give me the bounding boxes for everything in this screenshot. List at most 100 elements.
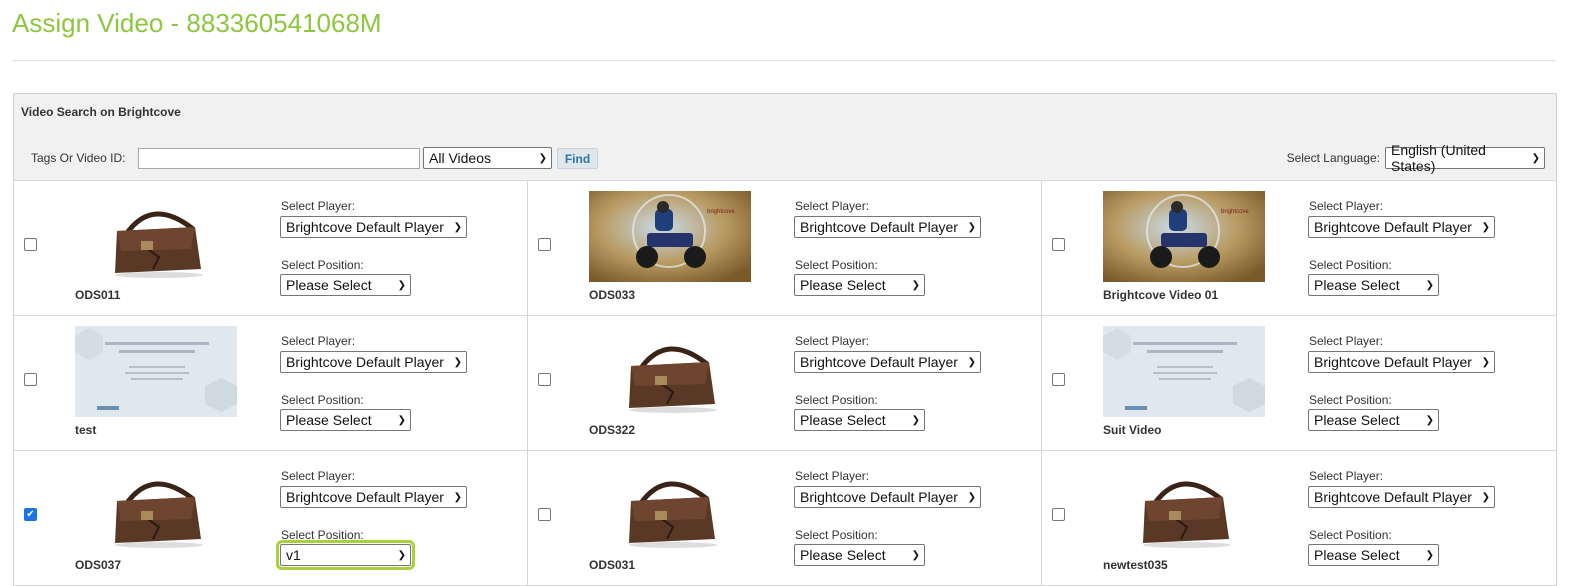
player-select[interactable]: Brightcove Default Player ❯ [794,486,981,508]
video-name: Brightcove Video 01 [1103,288,1219,302]
player-select[interactable]: Brightcove Default Player ❯ [280,351,467,373]
player-select[interactable]: Brightcove Default Player ❯ [1308,351,1495,373]
position-value: Please Select [286,277,372,293]
chevron-down-icon: ❯ [911,414,920,426]
bag-icon [589,326,751,417]
video-name: ODS031 [589,558,636,572]
select-position-label: Select Position: [281,393,364,407]
tags-label: Tags Or Video ID: [31,151,126,165]
video-checkbox[interactable] [538,508,551,521]
video-checkbox[interactable] [1052,373,1065,386]
position-value: Please Select [286,412,372,428]
select-player-label: Select Player: [795,334,870,348]
select-position-label: Select Position: [281,258,364,272]
video-cell-1: ODS011 Select Player: Brightcove Default… [14,181,528,316]
position-select[interactable]: v1 ❯ [276,540,415,570]
player-value: Brightcove Default Player [286,489,444,505]
select-player-label: Select Player: [1309,199,1384,213]
video-checkbox[interactable] [538,373,551,386]
player-value: Brightcove Default Player [286,354,444,370]
position-value: Please Select [1314,547,1400,563]
video-name: ODS033 [589,288,636,302]
video-grid: ODS011 Select Player: Brightcove Default… [14,181,1556,586]
chevron-down-icon: ❯ [1481,491,1490,503]
select-player-label: Select Player: [281,469,356,483]
position-value: Please Select [1314,412,1400,428]
chevron-down-icon: ❯ [967,356,976,368]
player-value: Brightcove Default Player [800,489,958,505]
select-position-label: Select Position: [795,393,878,407]
bag-icon [75,191,237,282]
bag-icon [1103,461,1265,552]
video-cell-7: ✔ ODS037 Select Player: Brightcove Defau… [14,451,528,586]
slide-icon [75,326,237,417]
video-filter-select[interactable]: All Videos ❯ [423,147,552,169]
atv-icon: brightcove [1103,191,1265,282]
position-select[interactable]: Please Select ❯ [1308,274,1439,296]
position-value: Please Select [800,412,886,428]
video-checkbox[interactable] [1052,508,1065,521]
video-checkbox[interactable] [24,373,37,386]
title-divider [12,60,1556,61]
select-player-label: Select Player: [281,334,356,348]
position-select[interactable]: Please Select ❯ [1308,544,1439,566]
position-select[interactable]: Please Select ❯ [1308,409,1439,431]
search-toolbar: Video Search on Brightcove Tags Or Video… [14,94,1556,181]
video-cell-6: Suit Video Select Player: Brightcove Def… [1042,316,1556,451]
chevron-down-icon: ❯ [538,152,547,164]
video-filter-value: All Videos [429,150,492,166]
video-cell-3: brightcove Brightcove Video 01 Select Pl… [1042,181,1556,316]
chevron-down-icon: ❯ [397,414,406,426]
select-player-label: Select Player: [795,199,870,213]
chevron-down-icon: ❯ [1481,221,1490,233]
chevron-down-icon: ❯ [911,279,920,291]
video-checkbox[interactable] [538,238,551,251]
position-select[interactable]: Please Select ❯ [794,274,925,296]
player-value: Brightcove Default Player [1314,489,1472,505]
position-value: Please Select [1314,277,1400,293]
chevron-down-icon: ❯ [1481,356,1490,368]
position-select[interactable]: Please Select ❯ [280,409,411,431]
chevron-down-icon: ❯ [967,221,976,233]
select-position-label: Select Position: [795,528,878,542]
chevron-down-icon: ❯ [1425,414,1434,426]
video-cell-8: ODS031 Select Player: Brightcove Default… [528,451,1042,586]
video-cell-2: brightcove ODS033 Select Player: Brightc… [528,181,1042,316]
video-name: ODS037 [75,558,122,572]
video-cell-9: newtest035 Select Player: Brightcove Def… [1042,451,1556,586]
player-select[interactable]: Brightcove Default Player ❯ [1308,486,1495,508]
position-select[interactable]: Please Select ❯ [794,409,925,431]
player-value: Brightcove Default Player [286,219,444,235]
bag-icon [75,461,237,552]
language-select[interactable]: English (United States) ❯ [1385,142,1545,174]
select-position-label: Select Position: [1309,393,1392,407]
position-select[interactable]: Please Select ❯ [280,274,411,296]
video-name: test [75,423,97,437]
chevron-down-icon: ❯ [911,549,920,561]
video-checkbox[interactable] [24,238,37,251]
find-button[interactable]: Find [557,148,598,169]
position-value: Please Select [800,547,886,563]
player-select[interactable]: Brightcove Default Player ❯ [280,486,467,508]
video-name: newtest035 [1103,558,1168,572]
select-player-label: Select Player: [1309,469,1384,483]
video-name: Suit Video [1103,423,1162,437]
video-checkbox[interactable] [1052,238,1065,251]
select-player-label: Select Player: [795,469,870,483]
select-position-label: Select Position: [281,528,364,542]
page-title: Assign Video - 883360541068M [12,8,382,38]
player-select[interactable]: Brightcove Default Player ❯ [794,351,981,373]
svg-text:brightcove: brightcove [707,209,735,215]
video-cell-5: ODS322 Select Player: Brightcove Default… [528,316,1042,451]
check-icon: ✔ [26,508,35,520]
video-checkbox[interactable]: ✔ [24,508,37,521]
chevron-down-icon: ❯ [397,279,406,291]
select-position-label: Select Position: [1309,528,1392,542]
position-select[interactable]: Please Select ❯ [794,544,925,566]
select-player-label: Select Player: [281,199,356,213]
player-select[interactable]: Brightcove Default Player ❯ [794,216,981,238]
player-select[interactable]: Brightcove Default Player ❯ [280,216,467,238]
chevron-down-icon: ❯ [1425,549,1434,561]
player-select[interactable]: Brightcove Default Player ❯ [1308,216,1495,238]
tags-search-input[interactable] [138,148,420,169]
